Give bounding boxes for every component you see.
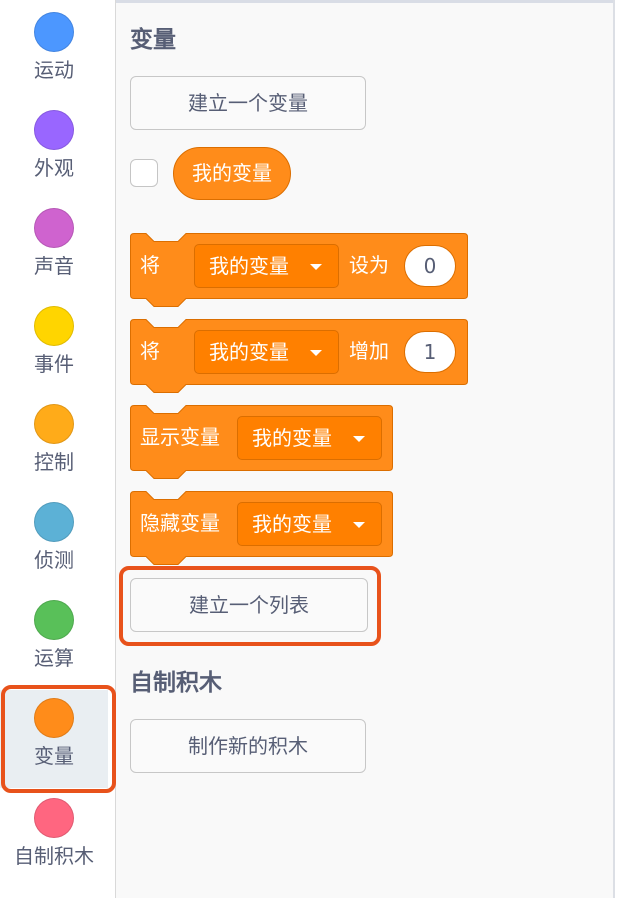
variable-dropdown[interactable]: 我的变量 <box>194 330 339 374</box>
block-label: 显示变量 <box>140 425 220 449</box>
triangle-down-icon <box>353 436 365 442</box>
category-label: 外观 <box>34 156 74 180</box>
events-category-icon <box>34 306 74 346</box>
block-label: 增加 <box>349 339 389 363</box>
category-menu: 运动 外观 声音 事件 控制 侦测 运算 变量 自制积木 <box>0 0 116 898</box>
make-variable-button[interactable]: 建立一个变量 <box>130 76 366 130</box>
category-label: 变量 <box>34 744 74 768</box>
category-looks[interactable]: 外观 <box>0 110 108 208</box>
variable-dropdown[interactable]: 我的变量 <box>237 416 382 460</box>
category-sound[interactable]: 声音 <box>0 208 108 306</box>
sensing-category-icon <box>34 502 74 542</box>
block-label: 将 <box>140 339 160 363</box>
category-label: 自制积木 <box>14 844 94 868</box>
variables-section-title: 变量 <box>130 27 176 53</box>
block-label: 设为 <box>349 253 389 277</box>
dropdown-value: 我的变量 <box>252 512 332 536</box>
script-area-edge <box>615 0 634 898</box>
category-label: 运算 <box>34 646 74 670</box>
hide-variable-block[interactable]: 隐藏变量 我的变量 <box>130 491 393 565</box>
triangle-down-icon <box>310 264 322 270</box>
category-label: 侦测 <box>34 548 74 572</box>
sound-category-icon <box>34 208 74 248</box>
make-block-button[interactable]: 制作新的积木 <box>130 719 366 773</box>
category-motion[interactable]: 运动 <box>0 12 108 110</box>
category-events[interactable]: 事件 <box>0 306 108 404</box>
variable-monitor-checkbox[interactable] <box>130 159 158 187</box>
value-input[interactable]: 1 <box>404 331 456 373</box>
category-my-blocks[interactable]: 自制积木 <box>0 798 108 896</box>
dropdown-value: 我的变量 <box>209 254 289 278</box>
make-list-button[interactable]: 建立一个列表 <box>130 578 368 632</box>
category-label: 运动 <box>34 58 74 82</box>
category-operators[interactable]: 运算 <box>0 600 108 698</box>
value-input[interactable]: 0 <box>404 245 456 287</box>
category-label: 声音 <box>34 254 74 278</box>
dropdown-value: 我的变量 <box>252 426 332 450</box>
operators-category-icon <box>34 600 74 640</box>
show-variable-block[interactable]: 显示变量 我的变量 <box>130 405 393 479</box>
category-sensing[interactable]: 侦测 <box>0 502 108 600</box>
category-label: 事件 <box>34 352 74 376</box>
dropdown-value: 我的变量 <box>209 340 289 364</box>
block-label: 隐藏变量 <box>140 511 220 535</box>
variables-category-icon <box>34 698 74 738</box>
variable-dropdown[interactable]: 我的变量 <box>237 502 382 546</box>
motion-category-icon <box>34 12 74 52</box>
my-blocks-section-title: 自制积木 <box>130 670 222 696</box>
category-label: 控制 <box>34 450 74 474</box>
category-control[interactable]: 控制 <box>0 404 108 502</box>
control-category-icon <box>34 404 74 444</box>
looks-category-icon <box>34 110 74 150</box>
category-variables[interactable]: 变量 <box>0 690 108 788</box>
triangle-down-icon <box>310 350 322 356</box>
block-label: 将 <box>140 253 160 277</box>
set-variable-block[interactable]: 将 我的变量 设为 0 <box>130 233 468 307</box>
triangle-down-icon <box>353 522 365 528</box>
variable-reporter-block[interactable]: 我的变量 <box>173 147 291 200</box>
variable-dropdown[interactable]: 我的变量 <box>194 244 339 288</box>
my-blocks-category-icon <box>34 798 74 838</box>
change-variable-block[interactable]: 将 我的变量 增加 1 <box>130 319 468 393</box>
